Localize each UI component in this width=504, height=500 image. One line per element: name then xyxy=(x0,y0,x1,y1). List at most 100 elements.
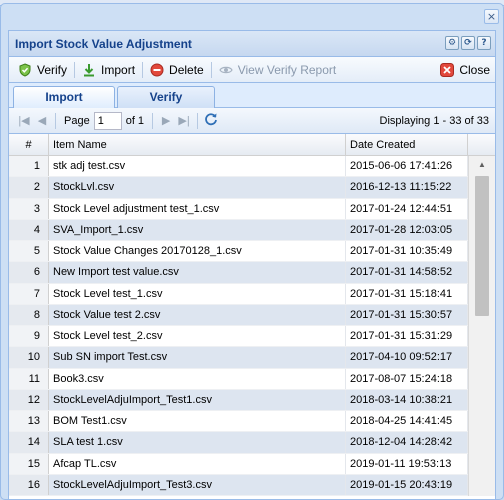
close-x-icon xyxy=(440,62,455,77)
toolbar: Verify Import Delete View Verify Report … xyxy=(9,57,495,83)
item-name-cell: StockLvl.csv xyxy=(49,177,346,198)
table-row[interactable]: 2 StockLvl.csv 2016-12-13 11:15:22 xyxy=(9,177,495,199)
page-label: Page xyxy=(64,114,90,127)
refresh-icon[interactable] xyxy=(202,112,220,129)
table-row[interactable]: 15 Afcap TL.csv 2019-01-11 19:53:13 xyxy=(9,453,495,475)
date-created-cell: 2018-04-25 14:41:45 xyxy=(346,411,468,432)
table-row[interactable]: 12 StockLevelAdjuImport_Test1.csv 2018-03-… xyxy=(9,389,495,411)
item-name-cell: Sub SN import Test.csv xyxy=(49,347,346,368)
table-row[interactable]: 16 StockLevelAdjuImport_Test3.csv 2019-01-… xyxy=(9,474,495,496)
view-verify-report-button[interactable]: View Verify Report xyxy=(214,60,342,80)
table-row[interactable]: 7 Stock Level test_1.csv 2017-01-31 15:18:… xyxy=(9,283,495,305)
item-name-cell: StockLevelAdjuImport_Test1.csv xyxy=(49,389,346,410)
table-row[interactable]: 9 Stock Level test_2.csv 2017-01-31 15:31:… xyxy=(9,326,495,348)
tab-import[interactable]: Import xyxy=(13,86,115,109)
item-name-cell: BOM Test1.csv xyxy=(49,411,346,432)
view-verify-report-label: View Verify Report xyxy=(237,62,337,77)
scroll-up-icon[interactable]: ▲ xyxy=(469,156,495,173)
scrollbar-thumb[interactable] xyxy=(475,176,489,316)
item-name-cell: Afcap TL.csv xyxy=(49,453,346,474)
item-name-cell: Stock Level adjustment test_1.csv xyxy=(49,198,346,219)
table-row[interactable]: 11 Book3.csv 2017-08-07 15:24:18 xyxy=(9,368,495,390)
row-number: 14 xyxy=(9,432,49,453)
toolbar-separator xyxy=(142,61,144,78)
row-number: 10 xyxy=(9,347,49,368)
date-created-cell: 2017-01-24 12:44:51 xyxy=(346,198,468,219)
panel-header: Import Stock Value Adjustment ⚙ ⟳ ? xyxy=(9,31,495,57)
item-name-cell: Stock Level test_2.csv xyxy=(49,326,346,347)
panel-title: Import Stock Value Adjustment xyxy=(15,37,192,51)
date-created-cell: 2017-01-31 14:58:52 xyxy=(346,262,468,283)
prev-page-icon[interactable]: ◀ xyxy=(33,114,51,127)
column-header-item-name[interactable]: Item Name xyxy=(49,134,346,155)
row-number: 11 xyxy=(9,368,49,389)
column-header-date-created[interactable]: Date Created xyxy=(346,134,468,155)
row-number: 7 xyxy=(9,283,49,304)
date-created-cell: 2017-01-31 15:18:41 xyxy=(346,283,468,304)
row-number: 2 xyxy=(9,177,49,198)
toolbar-separator xyxy=(210,61,212,78)
vertical-scrollbar[interactable]: ▲ xyxy=(468,156,495,496)
table-row[interactable]: 1 stk adj test.csv 2015-06-06 17:41:26 xyxy=(9,156,495,178)
table-row[interactable]: 4 SVA_Import_1.csv 2017-01-28 12:03:05 xyxy=(9,219,495,241)
page-count-label: of 1 xyxy=(125,114,145,127)
table-row[interactable]: 5 Stock Value Changes 20170128_1.csv 2017-… xyxy=(9,241,495,263)
refresh-tool-icon[interactable]: ⟳ xyxy=(461,36,475,50)
row-number: 1 xyxy=(9,156,49,177)
date-created-cell: 2017-01-31 15:30:57 xyxy=(346,304,468,325)
grid-header: # Item Name Date Created xyxy=(9,134,495,156)
verify-label: Verify xyxy=(37,62,68,77)
shield-check-icon xyxy=(18,62,32,77)
row-number: 3 xyxy=(9,198,49,219)
row-number: 13 xyxy=(9,411,49,432)
delete-label: Delete xyxy=(169,62,204,77)
panel-tools: ⚙ ⟳ ? xyxy=(445,36,491,50)
date-created-cell: 2017-04-10 09:52:17 xyxy=(346,347,468,368)
table-row[interactable]: 3 Stock Level adjustment test_1.csv 2017-0… xyxy=(9,198,495,220)
import-arrow-icon xyxy=(82,63,96,77)
item-name-cell: SVA_Import_1.csv xyxy=(49,219,346,240)
date-created-cell: 2017-01-31 15:31:29 xyxy=(346,326,468,347)
date-created-cell: 2015-06-06 17:41:26 xyxy=(346,156,468,177)
help-icon[interactable]: ? xyxy=(477,36,491,50)
eye-icon xyxy=(219,63,233,77)
date-created-cell: 2017-08-07 15:24:18 xyxy=(346,368,468,389)
import-button[interactable]: Import xyxy=(77,60,140,80)
item-name-cell: SLA test 1.csv xyxy=(49,432,346,453)
item-name-cell: StockLevelAdjuImport_Test3.csv xyxy=(49,474,346,495)
table-row[interactable]: 8 Stock Value test 2.csv 2017-01-31 15:30:… xyxy=(9,304,495,326)
gear-icon[interactable]: ⚙ xyxy=(445,36,459,50)
row-number: 16 xyxy=(9,474,49,495)
close-button[interactable]: Close xyxy=(435,60,495,80)
table-row[interactable]: 6 New Import test value.csv 2017-01-31 14:… xyxy=(9,262,495,284)
import-panel: Import Stock Value Adjustment ⚙ ⟳ ? Veri… xyxy=(8,30,496,500)
table-row[interactable]: 14 SLA test 1.csv 2018-12-04 14:28:42 xyxy=(9,432,495,454)
close-label: Close xyxy=(459,62,490,77)
table-row[interactable]: 10 Sub SN import Test.csv 2017-04-10 09:52… xyxy=(9,347,495,369)
verify-button[interactable]: Verify xyxy=(13,60,72,80)
first-page-icon[interactable]: |◀ xyxy=(15,114,33,127)
next-page-icon[interactable]: ▶ xyxy=(157,114,175,127)
table-row[interactable]: 13 BOM Test1.csv 2018-04-25 14:41:45 xyxy=(9,411,495,433)
paging-separator xyxy=(55,112,56,129)
date-created-cell: 2018-12-04 14:28:42 xyxy=(346,432,468,453)
item-name-cell: stk adj test.csv xyxy=(49,156,346,177)
item-name-cell: Stock Value Changes 20170128_1.csv xyxy=(49,241,346,262)
row-number: 8 xyxy=(9,304,49,325)
date-created-cell: 2019-01-11 19:53:13 xyxy=(346,453,468,474)
row-number: 4 xyxy=(9,219,49,240)
column-header-spacer xyxy=(468,134,495,155)
page-number-input[interactable] xyxy=(93,111,122,130)
column-header-num[interactable]: # xyxy=(9,134,49,155)
row-number: 5 xyxy=(9,241,49,262)
last-page-icon[interactable]: ▶| xyxy=(175,114,193,127)
toolbar-separator xyxy=(74,61,76,78)
import-label: Import xyxy=(101,62,136,77)
item-name-cell: New Import test value.csv xyxy=(49,262,346,283)
delete-button[interactable]: Delete xyxy=(145,60,209,80)
date-created-cell: 2018-03-14 10:38:21 xyxy=(346,389,468,410)
window-close-icon[interactable]: × xyxy=(484,9,499,24)
tab-verify[interactable]: Verify xyxy=(117,86,215,108)
paging-display-text: Displaying 1 - 33 of 33 xyxy=(379,115,489,127)
item-name-cell: Stock Level test_1.csv xyxy=(49,283,346,304)
